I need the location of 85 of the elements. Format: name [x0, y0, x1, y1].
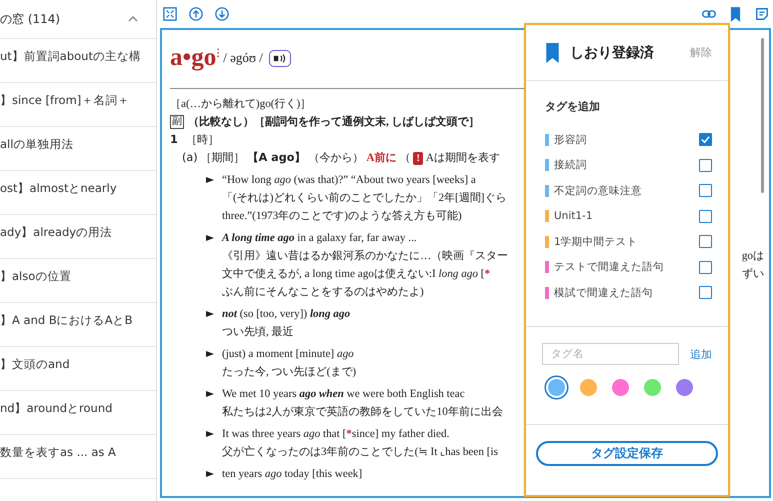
checkbox[interactable]: [699, 158, 712, 172]
sidebar-item[interactable]: 】文頭のand: [0, 347, 156, 391]
sidebar-item[interactable]: 】since [from]＋名詞＋: [0, 83, 156, 127]
bullet-icon: [206, 310, 214, 318]
example-text: goは: [742, 249, 764, 264]
scrollbar[interactable]: [761, 38, 764, 193]
section-heading: タグを追加: [545, 99, 601, 114]
stress-mark: ⁝: [216, 45, 220, 61]
audio-button[interactable]: [268, 50, 291, 66]
sidebar-item[interactable]: ut】前置詞aboutの主な構: [0, 39, 156, 83]
tag-label: 形容詞: [554, 132, 588, 147]
bullet-icon: [206, 176, 214, 184]
warning-icon: !: [413, 152, 423, 164]
sense-label: ［時］: [186, 133, 219, 148]
example-text: 《引用》遠い昔はるか銀河系のかなたに…（映画『スター: [222, 248, 508, 264]
checkbox[interactable]: [699, 286, 712, 300]
sense-number: 1: [170, 132, 179, 148]
example-text: “How long ago (was that)?” “About two years [weeks] a: [222, 173, 476, 188]
sidebar-item[interactable]: ady】alreadyの用法: [0, 215, 156, 259]
example-text: A long time ago in a galaxy far, far away ...: [222, 231, 417, 246]
tag-label: 模試で間違えた語句: [554, 286, 654, 300]
bookmark-icon: [545, 42, 560, 62]
usage-note: （比較なし）［副詞句を作って通例文末, しばしば文頭で］: [188, 114, 480, 130]
color-swatch[interactable]: [676, 379, 693, 396]
bookmark-icon[interactable]: [730, 6, 741, 22]
definition-text: (a): [182, 150, 198, 166]
bullet-icon: [206, 430, 214, 438]
sidebar-item[interactable]: 】alsoの位置: [0, 259, 156, 303]
link-icon[interactable]: [702, 7, 716, 21]
sidebar-item[interactable]: ost】almostとnearly: [0, 171, 156, 215]
sidebar-item[interactable]: 数量を表すas ... as A: [0, 435, 156, 479]
example-text: ten years ago today [this week]: [222, 467, 362, 482]
sidebar-title: の窓 (114): [0, 10, 60, 28]
definition-text: 【A ago】: [248, 150, 306, 166]
tag-label: 不定詞の意味注意: [554, 184, 643, 198]
bullet-icon: [206, 470, 214, 478]
part-of-speech-label: 副: [170, 115, 184, 129]
add-link[interactable]: 追加: [690, 346, 712, 362]
checkbox[interactable]: [699, 133, 712, 146]
headword: a•go: [170, 44, 216, 72]
example-text: not (so [too, very]) long ago: [222, 307, 350, 322]
example-text: 私たちは2人が東京で英語の教師をしていた10年前に出会: [222, 404, 503, 420]
example-text: We met 10 years ago when we were both English teac: [222, 387, 465, 402]
fullscreen-icon[interactable]: [163, 7, 177, 21]
example-text: たった今, つい先ほど(まで): [222, 365, 356, 380]
color-swatch[interactable]: [580, 379, 597, 396]
save-button[interactable]: タグ設定保存: [536, 441, 718, 466]
speaker-icon: [272, 52, 287, 64]
tag-label: 接続詞: [554, 158, 588, 172]
color-swatch[interactable]: [548, 379, 565, 396]
bullet-icon: [206, 350, 214, 358]
example-text: three.”(1973年のことです)のような答え方も可能): [222, 208, 462, 224]
color-swatch[interactable]: [644, 379, 661, 396]
example-text: ぶん前にそんなことをするのはやめたよ): [222, 285, 424, 300]
definition-text: A前に: [366, 150, 396, 166]
definition-text: Aは期間を表す: [426, 151, 500, 166]
definition-text: （: [399, 151, 410, 166]
note-icon[interactable]: [755, 7, 769, 21]
checkbox[interactable]: [699, 235, 712, 248]
pronunciation: / əgóʊ /: [223, 50, 263, 66]
definition-text: ［期間］: [200, 151, 245, 166]
tag-label: 1学期中間テスト: [554, 234, 639, 249]
tag-label: Unit1-1: [554, 210, 594, 222]
checkbox[interactable]: [699, 184, 712, 198]
example-text: It was three years ago that [*since] my father died.: [222, 427, 450, 442]
sidebar-item[interactable]: nd】aroundとround: [0, 391, 156, 435]
sidebar-item[interactable]: allの単独用法: [0, 127, 156, 171]
color-swatch[interactable]: [612, 379, 629, 396]
tag-name-field[interactable]: タグ名: [542, 343, 679, 365]
etymology-text: ［a(…から離れて)go(行く)］: [170, 97, 312, 112]
tag-label: テストで間違えた語句: [554, 260, 665, 274]
example-text: 父が亡くなったのは3年前のことでした(≒ It ⌞has been [is: [222, 444, 498, 460]
example-text: 文中で使えるが, a long time agoは使えない:I long ago [*: [222, 266, 490, 282]
caret-icon[interactable]: [128, 16, 138, 22]
checkbox[interactable]: [699, 260, 712, 274]
example-text: ずい: [742, 267, 764, 282]
example-text: (just) a moment [minute] ago: [222, 347, 354, 362]
bullet-icon: [206, 234, 214, 242]
bullet-icon: [206, 390, 214, 398]
example-text: 「(それは)どれくらい前のことでしたか」「2年[週間]ぐら: [222, 191, 506, 206]
definition-text: （今から）: [308, 151, 364, 166]
example-text: つい先頃, 最近: [222, 325, 294, 340]
sidebar-item[interactable]: 】A and BにおけるAとB: [0, 303, 156, 347]
popup-title: しおり登録済: [570, 44, 655, 62]
checkbox[interactable]: [699, 210, 712, 223]
